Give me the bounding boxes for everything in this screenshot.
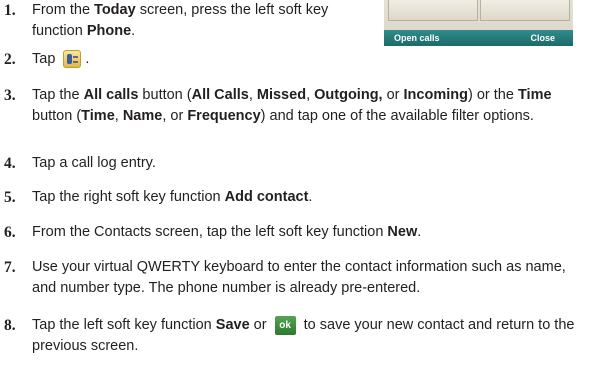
step-5: 5. Tap the right soft key function Add c… <box>4 187 596 208</box>
text-run: , <box>114 108 123 124</box>
step-number: 2. <box>4 51 16 68</box>
text-run: or <box>382 87 404 103</box>
text-run: . <box>85 51 90 67</box>
text-run: ) and tap one of the available filter op… <box>260 108 534 124</box>
ok-icon: ok <box>274 315 296 335</box>
bold-term: Time <box>517 87 552 103</box>
bold-term: Phone <box>86 23 132 39</box>
text-run: ) or the <box>467 87 518 103</box>
text-run: or <box>249 317 271 333</box>
text-run: From the <box>32 2 95 18</box>
text-run: Tap the <box>32 87 84 103</box>
step-number: 3. <box>4 87 16 104</box>
bold-term: Today <box>94 2 136 18</box>
bold-term: All Calls <box>191 87 249 103</box>
bold-term: New <box>387 224 418 240</box>
step-number: 6. <box>4 224 16 241</box>
step-text: Tap the left soft key function Save or o… <box>32 315 592 357</box>
step-text: Tap . <box>32 49 596 70</box>
step-8: 8. Tap the left soft key function Save o… <box>4 315 596 357</box>
bold-term: All calls <box>83 87 139 103</box>
step-text: Tap a call log entry. <box>32 153 596 174</box>
step-text: Use your virtual QWERTY keyboard to ente… <box>32 257 592 299</box>
bold-term: Missed <box>256 87 307 103</box>
text-run: Tap <box>32 51 60 67</box>
bold-term: Save <box>215 317 250 333</box>
bold-term: Frequency <box>187 108 261 124</box>
step-number: 7. <box>4 259 16 276</box>
text-run: , or <box>162 108 188 124</box>
step-6: 6. From the Contacts screen, tap the lef… <box>4 222 596 243</box>
step-number: 5. <box>4 189 16 206</box>
text-run: , <box>306 87 315 103</box>
step-7: 7. Use your virtual QWERTY keyboard to e… <box>4 257 596 299</box>
step-text: Tap the All calls button (All Calls, Mis… <box>32 85 592 127</box>
text-run: , <box>248 87 257 103</box>
step-3: 3. Tap the All calls button (All Calls, … <box>4 85 596 127</box>
bold-term: Time <box>81 108 115 124</box>
text-run: button ( <box>138 87 192 103</box>
step-number: 1. <box>4 2 16 19</box>
bold-term: Add contact <box>224 189 309 205</box>
text-run: Tap the right soft key function <box>32 189 225 205</box>
step-text: From the Contacts screen, tap the left s… <box>32 222 596 243</box>
step-number: 8. <box>4 317 16 334</box>
step-1: 1. From the Today screen, press the left… <box>4 0 596 42</box>
step-text: Tap the right soft key function Add cont… <box>32 187 596 208</box>
text-run: . <box>308 189 313 205</box>
bold-term: Name <box>122 108 163 124</box>
step-text: From the Today screen, press the left so… <box>32 0 376 42</box>
text-run: Tap a call log entry. <box>32 155 156 171</box>
bold-term: Outgoing, <box>314 87 383 103</box>
text-run: . <box>131 23 136 39</box>
text-run: From the Contacts screen, tap the left s… <box>32 224 388 240</box>
step-4: 4. Tap a call log entry. <box>4 153 596 174</box>
text-run: . <box>417 224 422 240</box>
text-run: button ( <box>32 108 82 124</box>
step-number: 4. <box>4 155 16 172</box>
text-run: Tap the left soft key function <box>32 317 216 333</box>
step-2: 2. Tap . <box>4 49 596 70</box>
phone-icon <box>63 50 82 69</box>
bold-term: Incoming <box>403 87 468 103</box>
text-run: Use your virtual QWERTY keyboard to ente… <box>32 259 566 296</box>
